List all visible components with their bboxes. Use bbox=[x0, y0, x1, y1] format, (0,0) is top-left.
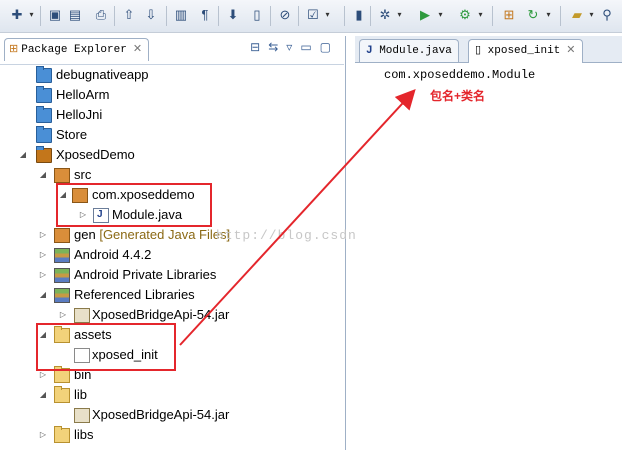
collapsed-arrow-icon[interactable]: ▷ bbox=[58, 305, 68, 325]
expanded-arrow-icon[interactable]: ◢ bbox=[18, 145, 28, 165]
maximize-icon[interactable]: ▢ bbox=[320, 40, 339, 54]
console-icon[interactable]: ▥ bbox=[172, 6, 190, 24]
library-icon bbox=[54, 268, 70, 283]
download-icon[interactable]: ⇩ bbox=[142, 6, 160, 24]
new-dropdown-icon[interactable]: ▾ bbox=[27, 6, 36, 24]
collapsed-arrow-icon[interactable]: ▷ bbox=[38, 265, 48, 285]
highlight-box-assets bbox=[36, 323, 176, 371]
expanded-arrow-icon[interactable]: ◢ bbox=[38, 385, 48, 405]
refresh-icon[interactable]: ↻ bbox=[524, 6, 542, 24]
tree-item-label: XposedBridgeApi-54.jar bbox=[92, 307, 230, 322]
expanded-arrow-icon[interactable]: ◢ bbox=[38, 165, 48, 185]
close-icon[interactable]: ✕ bbox=[133, 44, 142, 56]
toolbar-separator bbox=[492, 6, 493, 26]
toolbar-separator bbox=[298, 6, 299, 26]
run-icon[interactable]: ▶ bbox=[416, 6, 434, 24]
editor-content[interactable]: com.xposeddemo.Module bbox=[384, 68, 535, 82]
collapsed-arrow-icon[interactable]: ▷ bbox=[38, 225, 48, 245]
link-editor-icon[interactable]: ⇆ bbox=[268, 40, 286, 54]
toolbar-separator bbox=[370, 6, 371, 26]
source-folder-icon bbox=[54, 168, 70, 183]
toolbar-separator bbox=[40, 6, 41, 26]
java-file-icon: J bbox=[366, 45, 380, 57]
external-tools-icon[interactable]: ⚙ bbox=[456, 6, 474, 24]
expanded-arrow-icon[interactable]: ◢ bbox=[38, 285, 48, 305]
tree-item-label: XposedDemo bbox=[56, 147, 135, 162]
android-project-icon bbox=[36, 146, 52, 163]
tree-item-label: libs bbox=[74, 427, 94, 442]
toolbar-separator bbox=[270, 6, 271, 26]
toolbar-separator bbox=[344, 6, 345, 26]
open-folder-icon[interactable]: ▰ bbox=[568, 6, 586, 24]
project-icon bbox=[36, 126, 52, 143]
print-icon[interactable]: ⎙ bbox=[92, 6, 110, 24]
publish-icon[interactable]: ⇧ bbox=[120, 6, 138, 24]
main-toolbar: ✚ ▾ ▣ ▤ ⎙ ⇧ ⇩ ▥ ¶ ⬇ ▯ ⊘ ☑ ▾ ▮ ✲ ▾ ▶ ▾ ⚙ … bbox=[0, 0, 622, 33]
toolbar-separator bbox=[114, 6, 115, 26]
refresh-dropdown-icon[interactable]: ▾ bbox=[544, 6, 553, 24]
new-icon[interactable]: ✚ bbox=[8, 6, 26, 24]
collapse-all-icon[interactable]: ⊟ bbox=[250, 40, 268, 54]
tab-module-java[interactable]: J Module.java bbox=[359, 39, 459, 62]
view-toolbar: ⊟⇆▿▭▢ bbox=[250, 40, 339, 54]
package-explorer-icon: ⊞ bbox=[9, 44, 19, 56]
close-icon[interactable]: ✕ bbox=[566, 45, 575, 57]
tree-item-label: HelloJni bbox=[56, 107, 103, 122]
avd-manager-icon[interactable]: ▯ bbox=[248, 6, 266, 24]
tree-item-label: lib bbox=[74, 387, 88, 402]
sdk-manager-icon[interactable]: ⬇ bbox=[224, 6, 242, 24]
folder-open-icon bbox=[54, 386, 70, 403]
view-menu-icon[interactable]: ▿ bbox=[286, 40, 300, 54]
jar-icon bbox=[74, 308, 90, 323]
task-dropdown-icon[interactable]: ▾ bbox=[323, 6, 332, 24]
save-all-icon[interactable]: ▤ bbox=[66, 6, 84, 24]
toolbar-separator bbox=[218, 6, 219, 26]
editor-area: J Module.java ▯ xposed_init ✕ com.xposedd… bbox=[355, 36, 622, 450]
debug-dropdown-icon[interactable]: ▾ bbox=[395, 6, 404, 24]
tree-item-label: src bbox=[74, 167, 92, 182]
library-icon bbox=[54, 248, 70, 263]
debug-icon[interactable]: ✲ bbox=[376, 6, 394, 24]
bookmark-icon[interactable]: ▮ bbox=[350, 6, 368, 24]
annotation-note: 包名+类名 bbox=[430, 89, 486, 103]
tree-item-label: Referenced Libraries bbox=[74, 287, 195, 302]
generated-folder-icon bbox=[54, 228, 70, 243]
project-icon bbox=[36, 106, 52, 123]
library-icon bbox=[54, 288, 70, 303]
tree-item-label: gen bbox=[74, 227, 96, 242]
tree-item-decoration: [Generated Java Files] bbox=[99, 227, 231, 242]
toolbar-separator bbox=[166, 6, 167, 26]
file-icon: ▯ bbox=[475, 45, 488, 57]
minimize-icon[interactable]: ▭ bbox=[300, 40, 319, 54]
tree-item-label: XposedBridgeApi-54.jar bbox=[92, 407, 230, 422]
tree-item-label: Store bbox=[56, 127, 88, 142]
task-icon[interactable]: ☑ bbox=[304, 6, 322, 24]
jar-icon bbox=[74, 408, 90, 423]
project-icon bbox=[36, 86, 52, 103]
tab-label: Package Explorer bbox=[21, 44, 127, 56]
tab-label: xposed_init bbox=[487, 45, 561, 57]
highlight-box-package bbox=[56, 183, 212, 227]
run-dropdown-icon[interactable]: ▾ bbox=[436, 6, 445, 24]
save-icon[interactable]: ▣ bbox=[46, 6, 64, 24]
external-tools-dropdown-icon[interactable]: ▾ bbox=[476, 6, 485, 24]
collapsed-arrow-icon[interactable]: ▷ bbox=[38, 245, 48, 265]
project-icon bbox=[36, 66, 52, 83]
tree-item-label: Android Private Libraries bbox=[74, 267, 217, 282]
toolbar-separator bbox=[560, 6, 561, 26]
skip-icon[interactable]: ⊘ bbox=[276, 6, 294, 24]
tree-item-label: HelloArm bbox=[56, 87, 110, 102]
new-package-icon[interactable]: ⊞ bbox=[500, 6, 518, 24]
search-icon[interactable]: ⚲ bbox=[598, 6, 616, 24]
tree-item-label: debugnativeapp bbox=[56, 67, 149, 82]
collapsed-arrow-icon[interactable]: ▷ bbox=[38, 425, 48, 445]
tab-package-explorer[interactable]: ⊞ Package Explorer ✕ bbox=[4, 38, 150, 61]
folder-icon bbox=[54, 426, 70, 443]
tab-label: Module.java bbox=[379, 45, 452, 57]
tab-xposed-init[interactable]: ▯ xposed_init ✕ bbox=[468, 39, 583, 63]
paragraph-icon[interactable]: ¶ bbox=[196, 6, 214, 24]
editor-tabs: J Module.java ▯ xposed_init ✕ bbox=[355, 36, 622, 63]
open-folder-dropdown-icon[interactable]: ▾ bbox=[587, 6, 596, 24]
tree-item-label: Android 4.4.2 bbox=[74, 247, 152, 262]
